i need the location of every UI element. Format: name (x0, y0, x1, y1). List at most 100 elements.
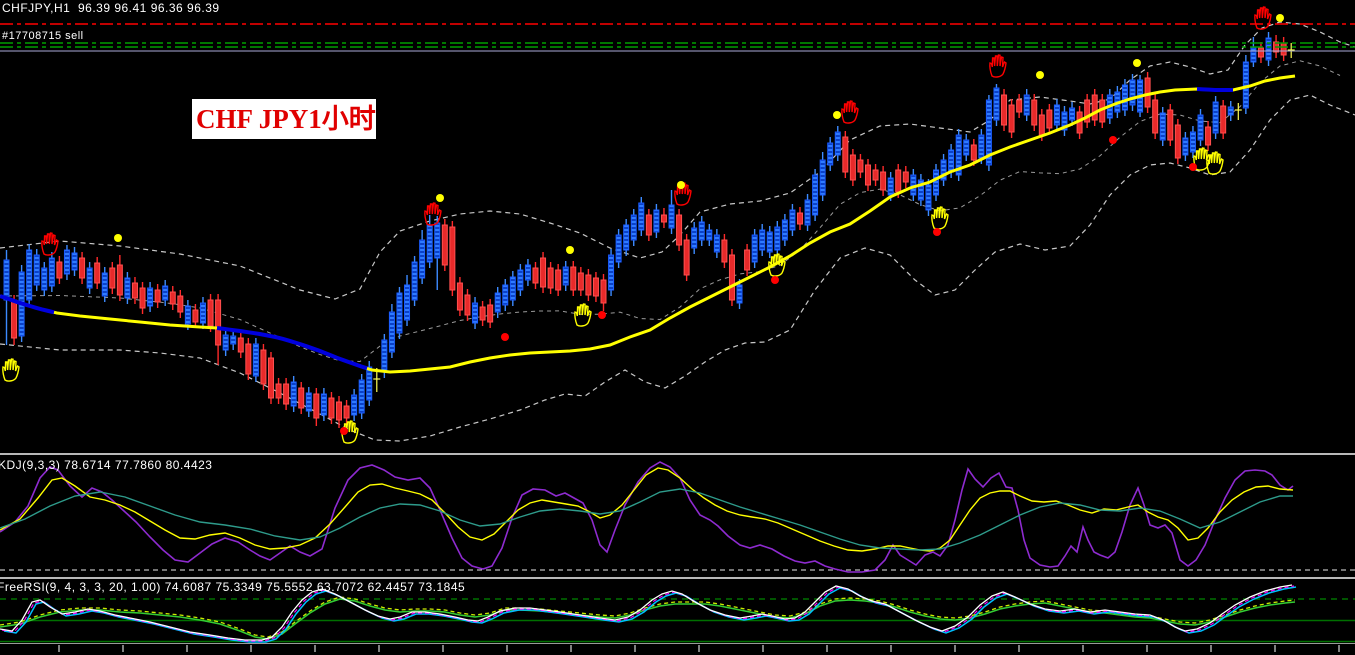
bull-candle[interactable] (199, 302, 206, 324)
bull-candle[interactable] (1212, 101, 1219, 134)
bull-candle[interactable] (509, 276, 516, 301)
bull-candle[interactable] (706, 229, 713, 241)
bull-candle[interactable] (381, 339, 388, 373)
bear-candle[interactable] (577, 272, 584, 291)
bear-candle[interactable] (1144, 77, 1151, 108)
bear-candle[interactable] (79, 257, 86, 279)
bull-candle[interactable] (388, 311, 395, 353)
bear-candle[interactable] (1205, 126, 1212, 146)
bull-candle[interactable] (1121, 84, 1128, 111)
bear-candle[interactable] (895, 169, 902, 193)
candles[interactable] (3, 32, 1295, 428)
bull-candle[interactable] (713, 234, 720, 253)
bull-candle[interactable] (766, 231, 773, 253)
bull-candle[interactable] (608, 254, 615, 291)
bull-candle[interactable] (789, 209, 796, 231)
bear-candle[interactable] (283, 383, 290, 405)
bear-candle[interactable] (902, 171, 909, 183)
bull-candle[interactable] (812, 174, 819, 216)
bear-candle[interactable] (275, 383, 282, 399)
bull-candle[interactable] (1053, 104, 1060, 126)
bear-candle[interactable] (267, 357, 274, 399)
bear-candle[interactable] (207, 299, 214, 327)
bear-candle[interactable] (1280, 42, 1287, 56)
bull-candle[interactable] (1250, 47, 1257, 63)
bull-candle[interactable] (736, 284, 743, 304)
bull-candle[interactable] (827, 142, 834, 166)
bull-candle[interactable] (426, 224, 433, 263)
bear-candle[interactable] (721, 239, 728, 263)
bull-candle[interactable] (63, 249, 70, 275)
bear-candle[interactable] (1038, 114, 1045, 136)
bull-candle[interactable] (668, 204, 675, 229)
bear-candle[interactable] (237, 337, 244, 353)
bear-candle[interactable] (177, 295, 184, 313)
bull-candle[interactable] (411, 261, 418, 301)
bear-candle[interactable] (880, 171, 887, 191)
bear-candle[interactable] (131, 282, 138, 299)
bear-candle[interactable] (645, 214, 652, 236)
bull-candle[interactable] (101, 272, 108, 297)
bull-candle[interactable] (147, 287, 154, 307)
bear-candle[interactable] (154, 289, 161, 303)
bull-candle[interactable] (781, 219, 788, 241)
bear-candle[interactable] (600, 279, 607, 304)
bull-candle[interactable] (222, 334, 229, 351)
bull-candle[interactable] (26, 249, 33, 301)
bear-candle[interactable] (1220, 105, 1227, 134)
bear-candle[interactable] (660, 214, 667, 223)
bear-candle[interactable] (676, 214, 683, 246)
bull-candle[interactable] (358, 379, 365, 414)
bull-candle[interactable] (1182, 137, 1189, 156)
order-ticket-label[interactable]: #17708715 sell (2, 30, 84, 42)
main-price-chart[interactable] (0, 0, 1355, 453)
bear-candle[interactable] (864, 164, 871, 186)
bear-candle[interactable] (1174, 124, 1181, 159)
bull-candle[interactable] (494, 292, 501, 313)
bull-candle[interactable] (419, 239, 426, 279)
bull-candle[interactable] (1159, 112, 1166, 141)
bull-candle[interactable] (834, 131, 841, 156)
bull-candle[interactable] (1265, 37, 1272, 61)
bull-candle[interactable] (33, 254, 40, 286)
bear-candle[interactable] (744, 249, 751, 271)
bear-candle[interactable] (842, 136, 849, 173)
bull-candle[interactable] (1242, 61, 1249, 109)
bull-candle[interactable] (86, 267, 93, 289)
bear-candle[interactable] (796, 212, 803, 225)
kdj-indicator-panel[interactable] (0, 456, 1355, 577)
bull-candle[interactable] (230, 335, 237, 345)
bull-candle[interactable] (184, 305, 191, 325)
bear-candle[interactable] (555, 269, 562, 291)
bear-candle[interactable] (464, 294, 471, 316)
bear-candle[interactable] (1016, 99, 1023, 113)
bear-candle[interactable] (449, 226, 456, 291)
bear-candle[interactable] (849, 154, 856, 181)
bear-candle[interactable] (192, 309, 199, 323)
bull-candle[interactable] (751, 234, 758, 263)
bull-candle[interactable] (3, 259, 10, 301)
bull-candle[interactable] (948, 149, 955, 173)
bear-candle[interactable] (487, 304, 494, 323)
bull-candle[interactable] (404, 284, 411, 321)
bull-candle[interactable] (933, 169, 940, 196)
bear-candle[interactable] (298, 387, 305, 409)
bull-candle[interactable] (396, 292, 403, 334)
chart-comment-label[interactable]: CHF JPY1小时 (192, 99, 376, 139)
bull-candle[interactable] (819, 159, 826, 196)
bear-candle[interactable] (1091, 94, 1098, 121)
bull-candle[interactable] (71, 252, 78, 271)
bull-candle[interactable] (1023, 94, 1030, 116)
bear-candle[interactable] (570, 266, 577, 291)
bull-candle[interactable] (978, 134, 985, 159)
bull-candle[interactable] (41, 267, 48, 291)
bear-candle[interactable] (313, 393, 320, 419)
bear-candle[interactable] (456, 282, 463, 311)
bull-candle[interactable] (623, 224, 630, 251)
bull-candle[interactable] (630, 214, 637, 241)
bear-candle[interactable] (547, 267, 554, 289)
bull-candle[interactable] (759, 229, 766, 251)
bear-candle[interactable] (585, 274, 592, 296)
bear-candle[interactable] (11, 299, 18, 339)
bear-candle[interactable] (479, 306, 486, 321)
